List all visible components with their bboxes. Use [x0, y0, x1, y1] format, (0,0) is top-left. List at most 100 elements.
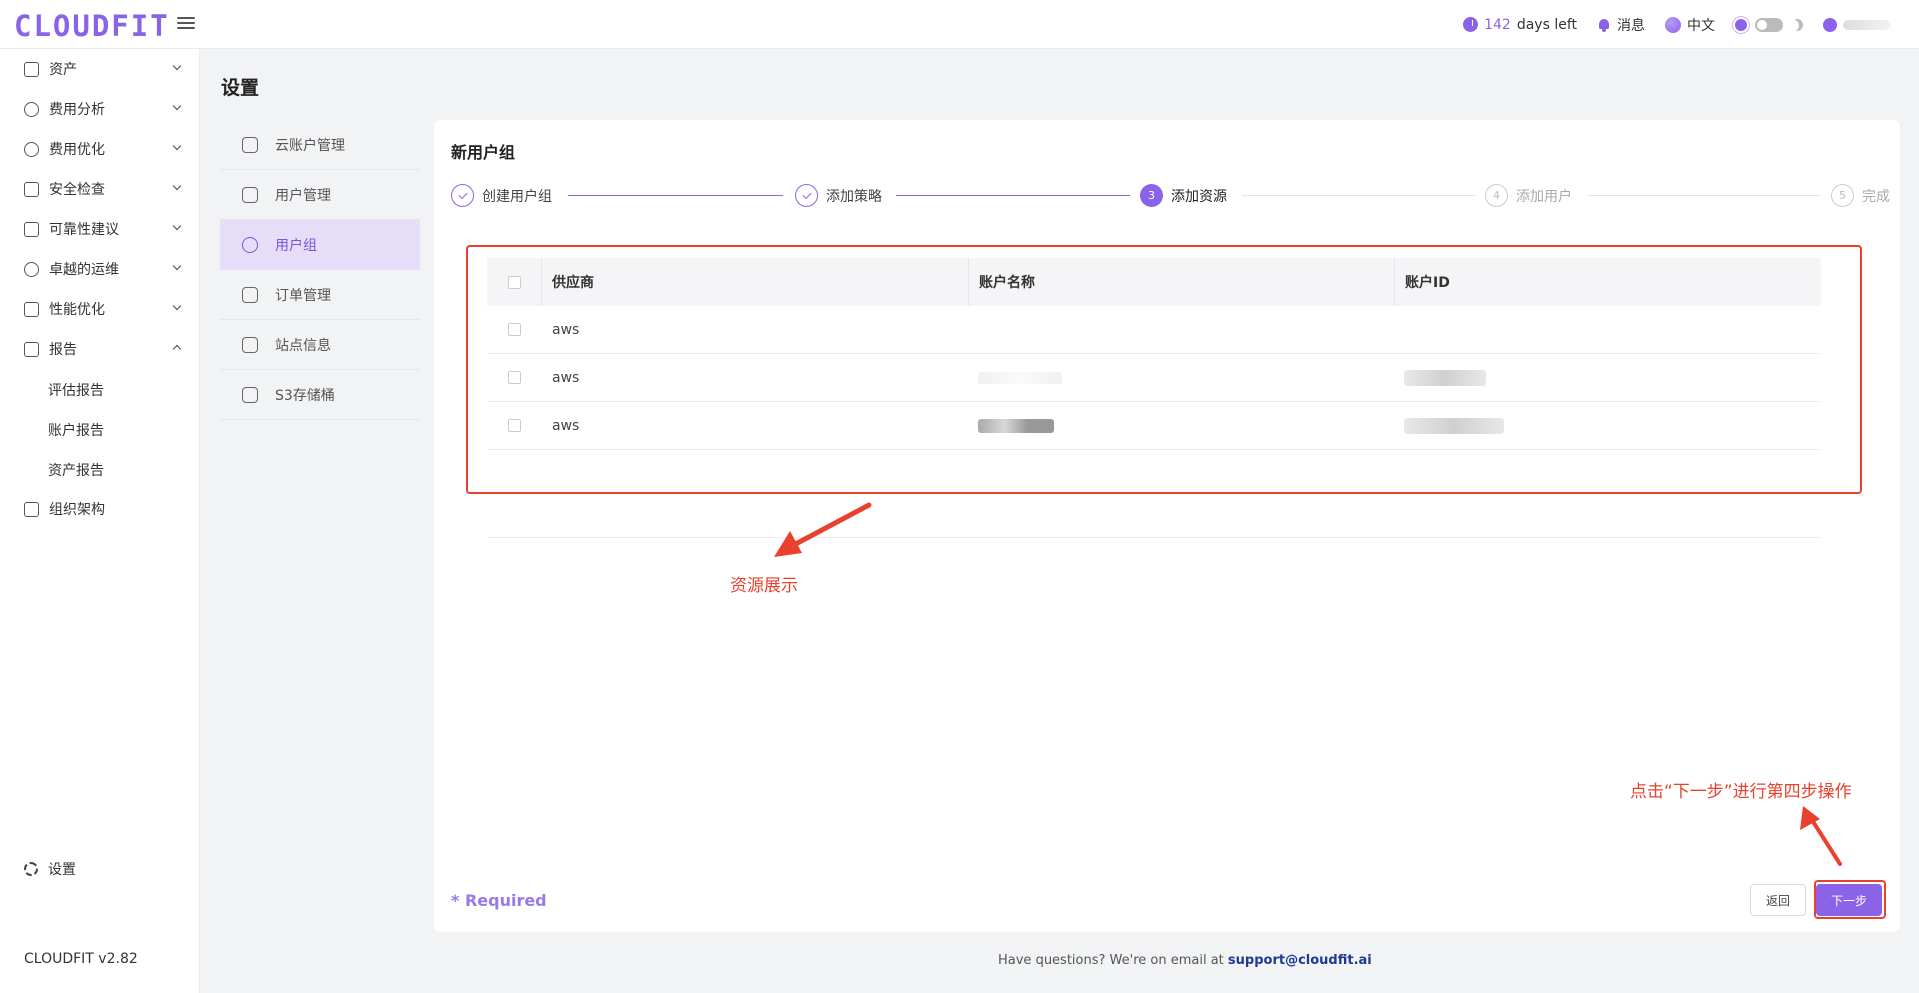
stepper: 创建用户组 添加策略 3 添加资源 4 添加用户 5 完成 [451, 184, 1890, 208]
required-note: * Required [451, 891, 547, 910]
cloud-eye-icon [24, 261, 39, 277]
menu-toggle-icon[interactable] [177, 14, 195, 32]
settings-item-users[interactable]: 用户管理 [220, 170, 420, 220]
org-chart-icon [24, 501, 39, 517]
user-group-icon [242, 236, 258, 253]
step-add-policy: 添加策略 [795, 184, 882, 207]
step-connector [1587, 195, 1821, 196]
sidebar-item-assets[interactable]: 资产 [0, 49, 200, 89]
days-left-number: 142 [1484, 16, 1511, 33]
step-number: 3 [1140, 184, 1163, 207]
globe-icon [1665, 16, 1681, 33]
settings-item-label: 站点信息 [275, 337, 331, 354]
sidebar-item-label: 费用分析 [49, 102, 105, 118]
user-menu[interactable] [1823, 17, 1891, 32]
divider [488, 537, 1822, 538]
chevron-down-icon [172, 221, 182, 231]
user-name-redacted [1843, 19, 1891, 30]
dashboard-icon [24, 101, 39, 117]
settings-item-orders[interactable]: 订单管理 [220, 270, 420, 320]
sidebar-item-organization[interactable]: 组织架构 [0, 489, 200, 529]
check-icon [795, 184, 818, 207]
step-connector [896, 195, 1130, 196]
clock-icon [1463, 17, 1479, 32]
top-bar: CLOUDFIT 142 days left 消息 中文 [0, 0, 1919, 49]
sidebar-item-label: 费用优化 [49, 142, 105, 158]
messages-button[interactable]: 消息 [1597, 15, 1645, 35]
dollar-icon [24, 141, 39, 157]
sidebar-item-label: 组织架构 [49, 502, 105, 518]
footer: Have questions? We're on email at suppor… [998, 953, 1372, 968]
days-left-label: days left [1516, 16, 1577, 33]
cloud-icon [242, 136, 258, 153]
header-actions: 142 days left 消息 中文 [1463, 0, 1891, 49]
theme-toggle[interactable] [1755, 17, 1783, 32]
report-icon [24, 341, 39, 357]
sidebar-item-label: 卓越的运维 [49, 262, 119, 278]
step-number: 4 [1485, 184, 1508, 207]
settings-item-s3-buckets[interactable]: S3存储桶 [220, 370, 420, 420]
settings-item-site-info[interactable]: 站点信息 [220, 320, 420, 370]
bucket-icon [242, 386, 258, 403]
step-label: 添加策略 [826, 188, 882, 205]
step-label: 添加资源 [1171, 188, 1227, 205]
annotation-table-highlight [466, 245, 1862, 494]
sidebar-subitem-assessment-report[interactable]: 评估报告 [48, 380, 104, 400]
language-switch[interactable]: 中文 [1665, 15, 1715, 35]
app-version: CLOUDFIT v2.82 [24, 951, 138, 967]
sidebar-subitem-account-report[interactable]: 账户报告 [48, 420, 104, 440]
step-add-resources: 3 添加资源 [1140, 184, 1227, 207]
sidebar-subitem-asset-report[interactable]: 资产报告 [48, 460, 104, 480]
board-icon [24, 301, 39, 317]
settings-item-label: S3存储桶 [275, 387, 335, 404]
panel-title: 新用户组 [451, 143, 516, 162]
step-connector [568, 195, 783, 196]
step-number: 5 [1831, 184, 1854, 207]
sidebar-item-label: 可靠性建议 [49, 222, 119, 238]
settings-menu: 云账户管理 用户管理 用户组 订单管理 站点信息 S3存储桶 [220, 120, 420, 420]
sidebar-item-security[interactable]: 安全检查 [0, 169, 200, 209]
settings-item-label: 云账户管理 [275, 137, 345, 154]
settings-item-user-groups[interactable]: 用户组 [220, 220, 420, 270]
sidebar-item-cost-optimization[interactable]: 费用优化 [0, 129, 200, 169]
settings-item-label: 用户管理 [275, 187, 331, 204]
avatar [1823, 17, 1837, 32]
sidebar-item-reliability[interactable]: 可靠性建议 [0, 209, 200, 249]
sidebar-item-operations[interactable]: 卓越的运维 [0, 249, 200, 289]
site-info-icon [242, 336, 258, 353]
theme-switch [1735, 17, 1804, 32]
sidebar-item-label: 性能优化 [49, 302, 105, 318]
bell-icon [1597, 18, 1611, 32]
step-add-users: 4 添加用户 [1485, 184, 1572, 207]
new-user-group-panel: 新用户组 创建用户组 添加策略 3 添加资源 4 添加用户 5 完成 供应商 账… [434, 120, 1900, 932]
chevron-down-icon [172, 61, 182, 71]
settings-item-label: 用户组 [275, 237, 317, 254]
chevron-down-icon [172, 141, 182, 151]
sidebar-settings[interactable]: 设置 [24, 859, 76, 879]
step-label: 添加用户 [1516, 188, 1572, 205]
messages-label: 消息 [1617, 17, 1645, 34]
step-finish: 5 完成 [1831, 184, 1890, 207]
chevron-down-icon [172, 181, 182, 191]
trial-days[interactable]: 142 days left [1463, 17, 1577, 33]
check-icon [451, 184, 474, 207]
orders-icon [242, 286, 258, 303]
sidebar-item-cost-analysis[interactable]: 费用分析 [0, 89, 200, 129]
settings-item-cloud-accounts[interactable]: 云账户管理 [220, 120, 420, 170]
step-create-group: 创建用户组 [451, 184, 552, 207]
checklist-icon [24, 221, 39, 237]
support-email-link[interactable]: support@cloudfit.ai [1228, 953, 1372, 968]
sidebar-item-reports[interactable]: 报告 [0, 329, 200, 369]
back-button[interactable]: 返回 [1750, 884, 1806, 916]
sidebar-item-performance[interactable]: 性能优化 [0, 289, 200, 329]
sidebar-settings-label: 设置 [48, 862, 76, 878]
chevron-down-icon [172, 301, 182, 311]
language-label: 中文 [1687, 17, 1715, 34]
sun-icon [1735, 18, 1747, 31]
logo[interactable]: CLOUDFIT [14, 9, 170, 43]
settings-item-label: 订单管理 [275, 287, 331, 304]
page-title: 设置 [221, 77, 260, 99]
user-icon [242, 186, 258, 203]
moon-icon [1789, 17, 1804, 32]
step-connector [1242, 195, 1475, 196]
